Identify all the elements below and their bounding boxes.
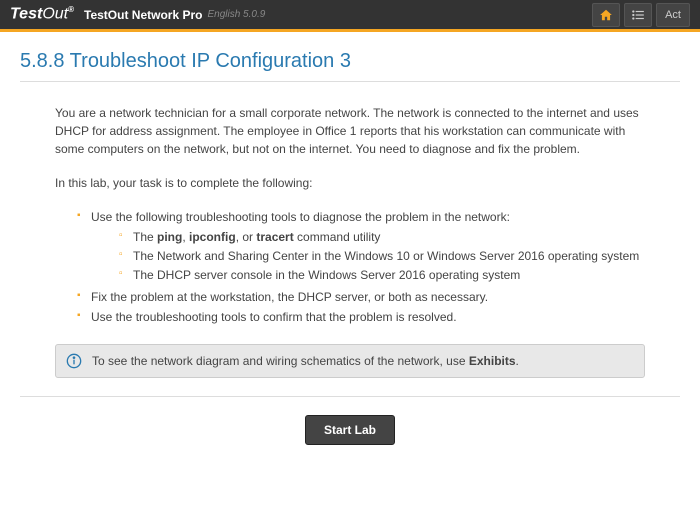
app-header: TestOut® TestOut Network Pro English 5.0… bbox=[0, 0, 700, 32]
info-box: To see the network diagram and wiring sc… bbox=[55, 344, 645, 378]
logo-reg: ® bbox=[68, 5, 74, 14]
task-list: Use the following troubleshooting tools … bbox=[55, 208, 645, 326]
list-button[interactable] bbox=[624, 3, 652, 27]
body-text: You are a network technician for a small… bbox=[20, 104, 680, 326]
info-text: To see the network diagram and wiring sc… bbox=[92, 354, 519, 368]
list-icon bbox=[631, 8, 645, 22]
logo-out: Out bbox=[42, 6, 68, 23]
intro-paragraph: You are a network technician for a small… bbox=[55, 104, 645, 158]
list-item: Use the following troubleshooting tools … bbox=[77, 208, 645, 284]
action-button[interactable]: Act bbox=[656, 3, 690, 27]
main-content: 5.8.8 Troubleshoot IP Configuration 3 Yo… bbox=[0, 32, 700, 463]
li1-text: Use the following troubleshooting tools … bbox=[91, 210, 510, 224]
task-intro: In this lab, your task is to complete th… bbox=[55, 174, 645, 192]
header-actions: Act bbox=[592, 3, 690, 27]
home-button[interactable] bbox=[592, 3, 620, 27]
home-icon bbox=[599, 8, 613, 22]
product-version: English 5.0.9 bbox=[207, 9, 265, 20]
list-item: Fix the problem at the workstation, the … bbox=[77, 288, 645, 306]
page-title: 5.8.8 Troubleshoot IP Configuration 3 bbox=[20, 50, 680, 73]
logo: TestOut® bbox=[10, 5, 74, 23]
divider-top bbox=[20, 81, 680, 82]
list-item: Use the troubleshooting tools to confirm… bbox=[77, 308, 645, 326]
list-item: The Network and Sharing Center in the Wi… bbox=[119, 247, 645, 265]
sub-list: The ping, ipconfig, or tracert command u… bbox=[91, 228, 645, 284]
start-lab-wrap: Start Lab bbox=[20, 415, 680, 445]
list-item: The ping, ipconfig, or tracert command u… bbox=[119, 228, 645, 246]
info-icon bbox=[66, 353, 82, 369]
start-lab-button[interactable]: Start Lab bbox=[305, 415, 395, 445]
product-name: TestOut Network Pro bbox=[84, 8, 202, 22]
action-label: Act bbox=[665, 9, 681, 21]
divider-bottom bbox=[20, 396, 680, 397]
list-item: The DHCP server console in the Windows S… bbox=[119, 266, 645, 284]
logo-test: Test bbox=[10, 6, 42, 23]
